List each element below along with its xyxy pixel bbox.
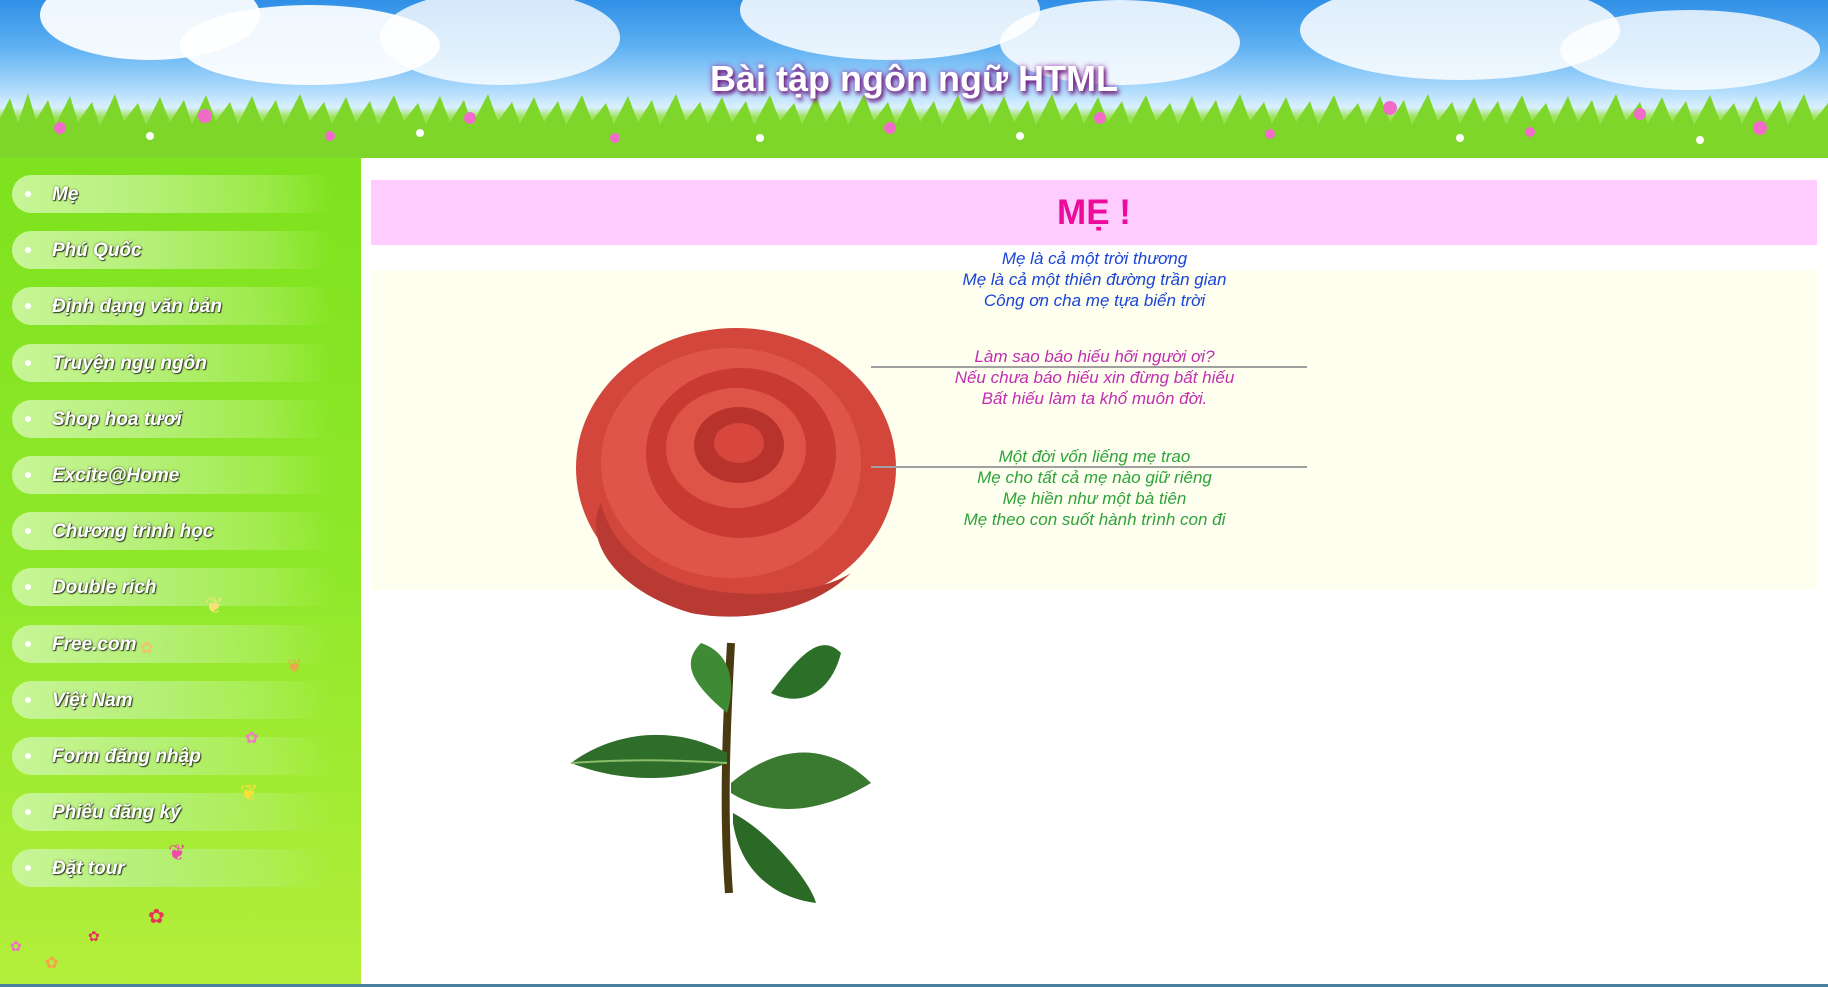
butterfly-icon: ❦ xyxy=(287,656,303,676)
sidebar-item-chuong-trinh-hoc[interactable]: Chương trình học xyxy=(12,512,332,551)
bullet-icon xyxy=(25,191,31,197)
main-content: MẸ ! Mẹ là cả một trời thương Mẹ là cả m… xyxy=(361,158,1828,984)
bullet-icon xyxy=(25,752,31,759)
sidebar-item-label: Form đăng nhập xyxy=(52,745,201,767)
sidebar-item-form-dang-nhap[interactable]: Form đăng nhập xyxy=(12,736,332,775)
butterfly-icon: ❦ xyxy=(240,780,259,805)
poem-stanza-1: Mẹ là cả một trời thương Mẹ là cả một th… xyxy=(361,248,1828,311)
poem-stanza-3: Một đời vốn liếng mẹ trao Mẹ cho tất cả … xyxy=(361,446,1828,530)
sidebar-item-label: Excite@Home xyxy=(52,464,180,486)
sidebar-item-double-rich[interactable]: Double rich xyxy=(12,568,332,607)
sidebar: Mẹ Phú Quốc Định dạng văn bản Truyện ngụ… xyxy=(0,158,361,984)
poem-line: Bất hiếu làm ta khổ muôn đời. xyxy=(981,389,1208,408)
title-box: MẸ ! xyxy=(371,180,1817,245)
poem-line: Làm sao báo hiếu hỡi người ơi? xyxy=(974,347,1215,366)
bullet-icon xyxy=(25,247,31,254)
sidebar-item-label: Truyện ngụ ngôn xyxy=(52,352,207,374)
sidebar-item-phu-quoc[interactable]: Phú Quốc xyxy=(12,231,332,270)
butterfly-icon: ✿ xyxy=(245,730,259,747)
sidebar-item-label: Định dạng văn bản xyxy=(52,296,222,318)
bullet-icon xyxy=(25,415,31,422)
sidebar-item-label: Mẹ xyxy=(52,184,79,205)
poem-stanza-2: Làm sao báo hiếu hỡi người ơi? Nếu chưa … xyxy=(361,346,1828,409)
bullet-icon xyxy=(25,359,31,366)
poem-line: Mẹ là cả một trời thương xyxy=(1001,249,1188,268)
sidebar-item-label: Đặt tour xyxy=(52,858,125,880)
bullet-icon xyxy=(25,640,31,647)
sidebar-item-dinh-dang-van-ban[interactable]: Định dạng văn bản xyxy=(12,287,332,326)
butterfly-icon: ❦ xyxy=(168,840,187,865)
poem-line: Mẹ theo con suốt hành trình con đi xyxy=(963,510,1226,529)
sidebar-item-label: Việt Nam xyxy=(52,689,133,711)
sidebar-item-label: Free.com xyxy=(52,633,137,655)
bullet-icon xyxy=(25,584,31,591)
sidebar-item-label: Shop hoa tươi xyxy=(52,408,182,430)
butterfly-icon: ❦ xyxy=(205,593,224,618)
sidebar-item-label: Phú Quốc xyxy=(52,240,142,262)
butterfly-icon: ✿ xyxy=(45,955,59,972)
sidebar-item-free-com[interactable]: Free.com xyxy=(12,624,332,663)
poem-line: Mẹ hiền như một bà tiên xyxy=(1002,489,1187,508)
sidebar-item-viet-nam[interactable]: Việt Nam xyxy=(12,680,332,719)
bullet-icon xyxy=(25,696,31,703)
sidebar-item-excite-home[interactable]: Excite@Home xyxy=(12,455,332,494)
sidebar-item-label: Phiếu đăng ký xyxy=(52,802,181,824)
page-title: Bài tập ngôn ngữ HTML xyxy=(709,58,1118,99)
butterfly-icon: ✿ xyxy=(88,928,100,944)
butterfly-icon: ✿ xyxy=(140,640,154,657)
bullet-icon xyxy=(25,865,31,872)
butterfly-icon: ✿ xyxy=(10,938,22,954)
poem-line: Mẹ là cả một thiên đường trần gian xyxy=(962,270,1227,289)
poem-line: Mẹ cho tất cả mẹ nào giữ riêng xyxy=(977,468,1212,487)
butterfly-icon: ✿ xyxy=(148,906,165,928)
poem-line: Một đời vốn liếng mẹ trao xyxy=(998,447,1191,466)
sidebar-item-label: Chương trình học xyxy=(52,521,214,543)
sidebar-item-truyen-ngu-ngon[interactable]: Truyện ngụ ngôn xyxy=(12,343,332,382)
poem-line: Nếu chưa báo hiếu xin đừng bất hiếu xyxy=(954,368,1235,387)
bullet-icon xyxy=(25,809,31,816)
cloud-decoration xyxy=(740,0,1040,60)
sidebar-item-shop-hoa-tuoi[interactable]: Shop hoa tươi xyxy=(12,399,332,438)
sidebar-menu: Mẹ Phú Quốc Định dạng văn bản Truyện ngụ… xyxy=(12,175,332,905)
bullet-icon xyxy=(25,303,31,310)
header-banner: Bài tập ngôn ngữ HTML xyxy=(0,0,1828,158)
poem-line: Công ơn cha mẹ tựa biển trời xyxy=(983,291,1206,310)
content-title: MẸ ! xyxy=(1057,193,1131,232)
bullet-icon xyxy=(25,528,31,535)
sidebar-item-label: Double rich xyxy=(52,577,157,599)
bullet-icon xyxy=(25,471,31,478)
sidebar-item-me[interactable]: Mẹ xyxy=(12,175,332,213)
sidebar-item-phieu-dang-ky[interactable]: Phiếu đăng ký xyxy=(12,793,332,832)
